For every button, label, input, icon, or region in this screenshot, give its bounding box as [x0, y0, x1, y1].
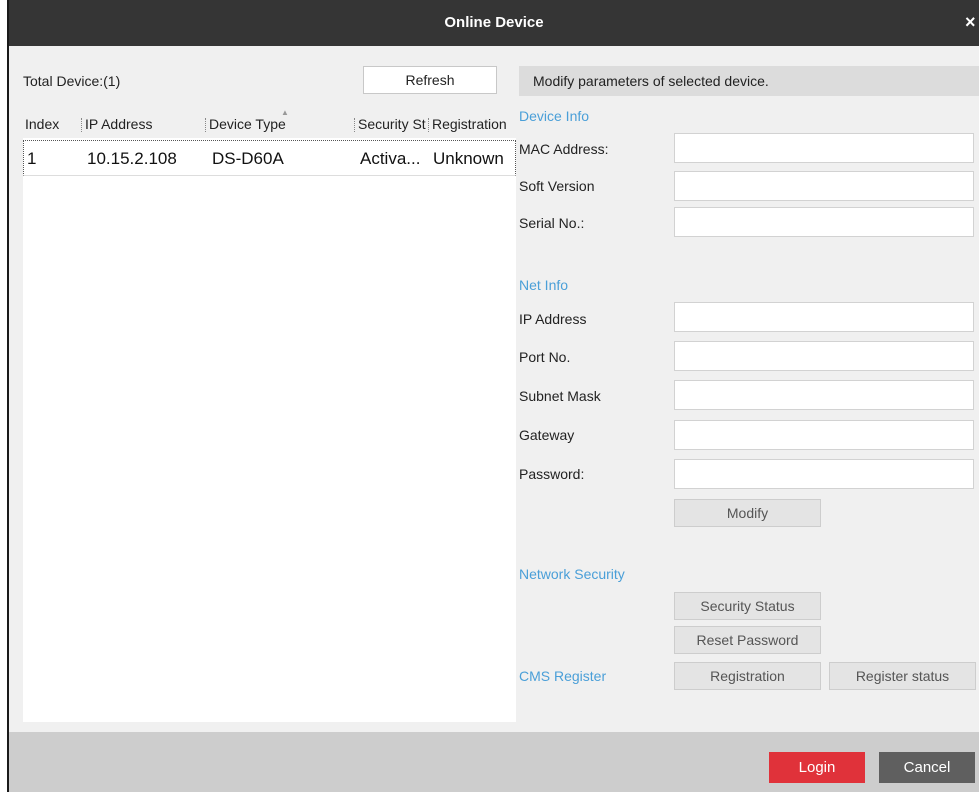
net-info-heading: Net Info	[519, 277, 569, 293]
dialog-footer: Login Cancel	[9, 732, 979, 792]
column-header-registration[interactable]: Registration	[432, 116, 517, 132]
mac-address-label: MAC Address:	[519, 141, 609, 157]
modify-hint-bar: Modify parameters of selected device.	[519, 66, 979, 96]
soft-version-label: Soft Version	[519, 178, 595, 194]
gateway-label: Gateway	[519, 427, 575, 443]
reset-password-button[interactable]: Reset Password	[674, 626, 821, 654]
device-list-header: Index IP Address ▲ Device Type Security …	[23, 108, 517, 138]
device-info-heading: Device Info	[519, 108, 590, 124]
modify-button[interactable]: Modify	[674, 499, 821, 527]
mac-address-field[interactable]	[674, 133, 974, 163]
cell-device-type: DS-D60A	[212, 149, 284, 168]
cell-ip-address: 10.15.2.108	[87, 149, 177, 168]
cell-security-status: Activa...	[360, 149, 421, 168]
serial-no-field[interactable]	[674, 207, 974, 237]
port-no-field[interactable]	[674, 341, 974, 371]
window-left-edge	[0, 0, 9, 792]
close-icon[interactable]: ×	[965, 12, 979, 33]
password-field[interactable]	[674, 459, 974, 489]
cms-register-heading: CMS Register	[519, 668, 607, 684]
device-list[interactable]: 1 10.15.2.108 DS-D60A Activa... Unknown	[23, 138, 516, 722]
column-separator[interactable]	[354, 118, 355, 132]
register-status-button[interactable]: Register status	[829, 662, 976, 690]
column-header-device-type[interactable]: Device Type	[209, 116, 349, 132]
soft-version-field[interactable]	[674, 171, 974, 201]
title-bar: Online Device ×	[9, 0, 979, 46]
ip-address-label: IP Address	[519, 311, 587, 327]
device-row[interactable]: 1 10.15.2.108 DS-D60A Activa... Unknown	[23, 140, 516, 176]
cell-index: 1	[27, 149, 37, 168]
cell-registration: Unknown	[433, 149, 504, 168]
column-separator[interactable]	[81, 118, 82, 132]
cancel-button[interactable]: Cancel	[879, 752, 975, 783]
refresh-button[interactable]: Refresh	[363, 66, 497, 94]
column-separator[interactable]	[205, 118, 206, 132]
column-header-ip-address[interactable]: IP Address	[85, 116, 200, 132]
dialog-body: Total Device:(1) Refresh Index IP Addres…	[9, 46, 979, 732]
gateway-field[interactable]	[674, 420, 974, 450]
subnet-mask-label: Subnet Mask	[519, 388, 601, 404]
serial-no-label: Serial No.:	[519, 215, 585, 231]
security-status-button[interactable]: Security Status	[674, 592, 821, 620]
ip-address-field[interactable]	[674, 302, 974, 332]
registration-button[interactable]: Registration	[674, 662, 821, 690]
network-security-heading: Network Security	[519, 566, 625, 582]
login-button[interactable]: Login	[769, 752, 865, 783]
dialog-title: Online Device	[444, 14, 544, 31]
column-header-index[interactable]: Index	[25, 116, 73, 132]
column-separator[interactable]	[428, 118, 429, 132]
subnet-mask-field[interactable]	[674, 380, 974, 410]
port-no-label: Port No.	[519, 349, 571, 365]
column-header-security-status[interactable]: Security Status	[358, 116, 426, 132]
total-device-label: Total Device:(1)	[23, 73, 121, 89]
password-label: Password:	[519, 466, 585, 482]
